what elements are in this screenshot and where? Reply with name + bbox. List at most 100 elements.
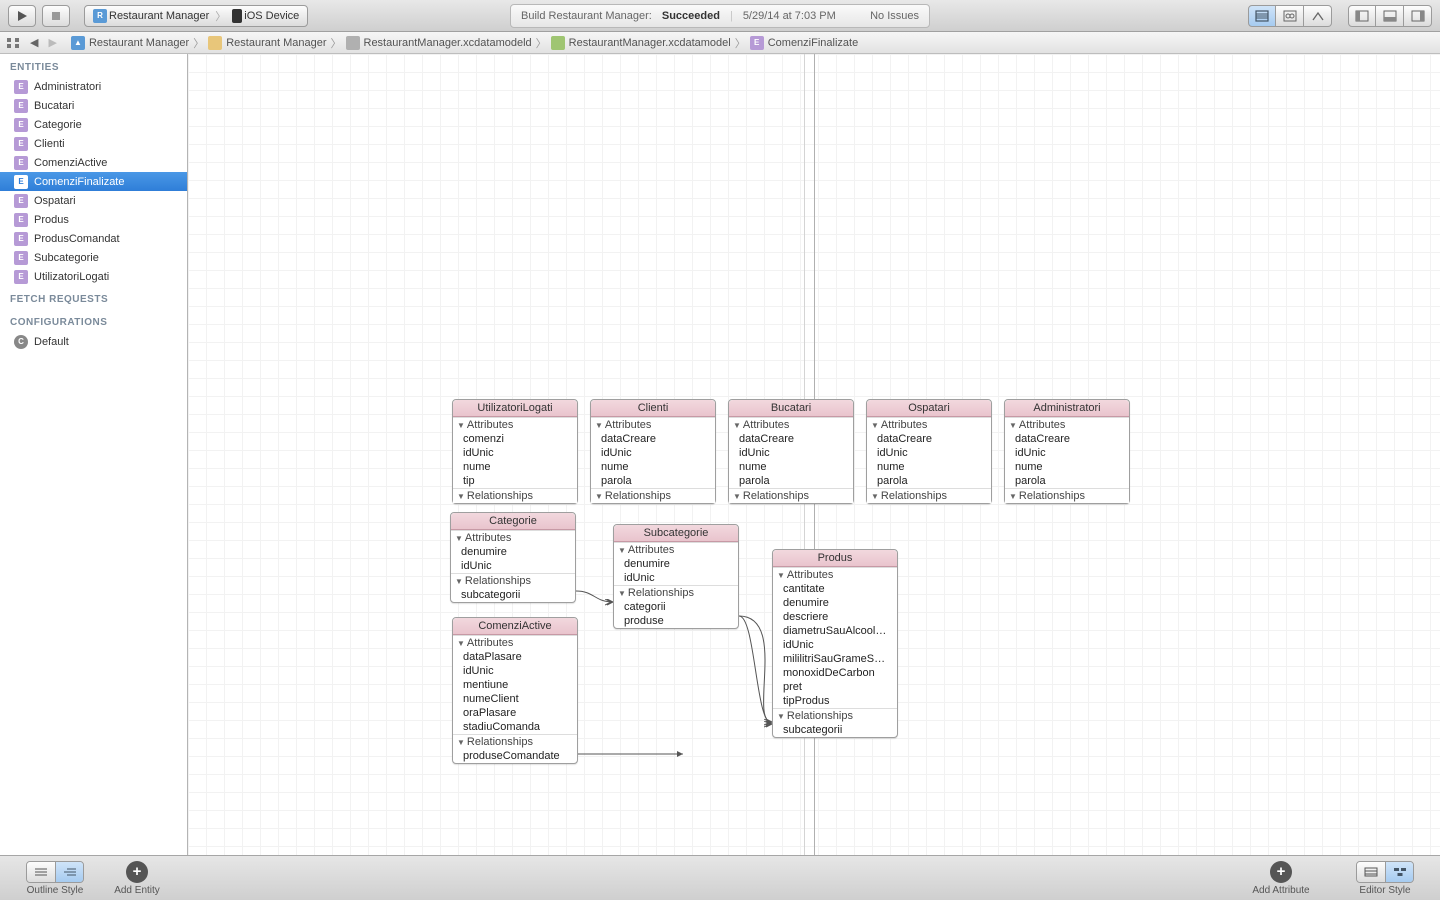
attribute-row[interactable]: idUnic [1005,446,1129,460]
go-forward-button[interactable]: ▶ [44,36,60,49]
attribute-row[interactable]: idUnic [614,571,738,585]
attribute-row[interactable]: oraPlasare [453,706,577,720]
right-panel-toggle[interactable] [1404,5,1432,27]
attributes-section-header[interactable]: ▼Attributes [614,542,738,557]
attribute-row[interactable]: monoxidDeCarbon [773,666,897,680]
relationships-section-header[interactable]: ▼Relationships [867,488,991,503]
entity-box[interactable]: Produs▼Attributescantitatedenumiredescri… [772,549,898,738]
breadcrumb-item[interactable]: ▲Restaurant Manager [67,36,193,50]
relationships-section-header[interactable]: ▼Relationships [591,488,715,503]
entity-box[interactable]: ComenziActive▼AttributesdataPlasareidUni… [452,617,578,764]
attributes-section-header[interactable]: ▼Attributes [453,635,577,650]
attribute-row[interactable]: parola [1005,474,1129,488]
entity-box[interactable]: UtilizatoriLogati▼AttributescomenziidUni… [452,399,578,504]
attribute-row[interactable]: nume [867,460,991,474]
attribute-row[interactable]: nume [591,460,715,474]
relationships-section-header[interactable]: ▼Relationships [453,734,577,749]
sidebar-entity-item[interactable]: EProdus [0,210,187,229]
attribute-row[interactable]: cantitate [773,582,897,596]
editor-style-graph-button[interactable] [1385,862,1413,882]
attribute-row[interactable]: stadiuComanda [453,720,577,734]
attribute-row[interactable]: dataCreare [591,432,715,446]
outline-style-hierarchical-button[interactable] [55,862,83,882]
go-back-button[interactable]: ◀ [26,36,42,49]
sidebar-entity-item[interactable]: ECategorie [0,115,187,134]
entity-box[interactable]: Subcategorie▼AttributesdenumireidUnic▼Re… [613,524,739,629]
attributes-section-header[interactable]: ▼Attributes [773,567,897,582]
sidebar-entity-item[interactable]: EComenziFinalizate [0,172,187,191]
relationship-row[interactable]: produseComandate [453,749,577,763]
sidebar-entity-item[interactable]: EClienti [0,134,187,153]
sidebar-config-item[interactable]: CDefault [0,332,187,351]
attribute-row[interactable]: idUnic [453,664,577,678]
attributes-section-header[interactable]: ▼Attributes [451,530,575,545]
attribute-row[interactable]: mentiune [453,678,577,692]
entity-box[interactable]: Clienti▼AttributesdataCreareidUnicnumepa… [590,399,716,504]
relationships-section-header[interactable]: ▼Relationships [614,585,738,600]
attribute-row[interactable]: nume [453,460,577,474]
assistant-editor-button[interactable] [1276,5,1304,27]
bottom-panel-toggle[interactable] [1376,5,1404,27]
attribute-row[interactable]: dataCreare [867,432,991,446]
breadcrumb-item[interactable]: Restaurant Manager [204,36,330,50]
attribute-row[interactable]: idUnic [729,446,853,460]
relationships-section-header[interactable]: ▼Relationships [729,488,853,503]
attributes-section-header[interactable]: ▼Attributes [1005,417,1129,432]
attribute-row[interactable]: diametruSauAlcoolSa... [773,624,897,638]
attribute-row[interactable]: idUnic [773,638,897,652]
sidebar-entity-item[interactable]: ESubcategorie [0,248,187,267]
attribute-row[interactable]: denumire [773,596,897,610]
stop-button[interactable] [42,5,70,27]
relationships-section-header[interactable]: ▼Relationships [1005,488,1129,503]
relationship-row[interactable]: categorii [614,600,738,614]
standard-editor-button[interactable] [1248,5,1276,27]
sidebar-entity-item[interactable]: EOspatari [0,191,187,210]
breadcrumb-item[interactable]: RestaurantManager.xcdatamodeld [342,36,536,50]
model-canvas[interactable]: UtilizatoriLogati▼AttributescomenziidUni… [188,54,1440,855]
entity-box[interactable]: Ospatari▼AttributesdataCreareidUnicnumep… [866,399,992,504]
sidebar-entity-item[interactable]: EAdministratori [0,77,187,96]
scheme-selector[interactable]: R Restaurant Manager 〉 iOS Device [84,5,308,27]
attribute-row[interactable]: nume [1005,460,1129,474]
sidebar-entity-item[interactable]: EUtilizatoriLogati [0,267,187,286]
attributes-section-header[interactable]: ▼Attributes [729,417,853,432]
attribute-row[interactable]: parola [591,474,715,488]
attributes-section-header[interactable]: ▼Attributes [867,417,991,432]
attribute-row[interactable]: numeClient [453,692,577,706]
attributes-section-header[interactable]: ▼Attributes [591,417,715,432]
relationship-row[interactable]: subcategorii [451,588,575,602]
add-entity-button[interactable]: + [126,861,148,883]
relationships-section-header[interactable]: ▼Relationships [453,488,577,503]
attribute-row[interactable]: idUnic [453,446,577,460]
attribute-row[interactable]: idUnic [451,559,575,573]
attribute-row[interactable]: comenzi [453,432,577,446]
relationship-row[interactable]: subcategorii [773,723,897,737]
attribute-row[interactable]: tip [453,474,577,488]
add-attribute-button[interactable]: + [1270,861,1292,883]
relationship-row[interactable]: produse [614,614,738,628]
sidebar-entity-item[interactable]: EBucatari [0,96,187,115]
breadcrumb-item[interactable]: RestaurantManager.xcdatamodel [547,36,735,50]
entity-box[interactable]: Categorie▼AttributesdenumireidUnic▼Relat… [450,512,576,603]
breadcrumb-item[interactable]: EComenziFinalizate [746,36,862,50]
relationships-section-header[interactable]: ▼Relationships [451,573,575,588]
attribute-row[interactable]: dataCreare [729,432,853,446]
run-button[interactable] [8,5,36,27]
relationships-section-header[interactable]: ▼Relationships [773,708,897,723]
attribute-row[interactable]: idUnic [867,446,991,460]
attribute-row[interactable]: descriere [773,610,897,624]
entity-box[interactable]: Administratori▼AttributesdataCreareidUni… [1004,399,1130,504]
outline-style-list-button[interactable] [27,862,55,882]
sidebar-entity-item[interactable]: EProdusComandat [0,229,187,248]
sidebar-entity-item[interactable]: EComenziActive [0,153,187,172]
attribute-row[interactable]: denumire [451,545,575,559]
attributes-section-header[interactable]: ▼Attributes [453,417,577,432]
attribute-row[interactable]: denumire [614,557,738,571]
attribute-row[interactable]: dataCreare [1005,432,1129,446]
attribute-row[interactable]: idUnic [591,446,715,460]
left-panel-toggle[interactable] [1348,5,1376,27]
attribute-row[interactable]: nume [729,460,853,474]
attribute-row[interactable]: tipProdus [773,694,897,708]
attribute-row[interactable]: pret [773,680,897,694]
attribute-row[interactable]: dataPlasare [453,650,577,664]
